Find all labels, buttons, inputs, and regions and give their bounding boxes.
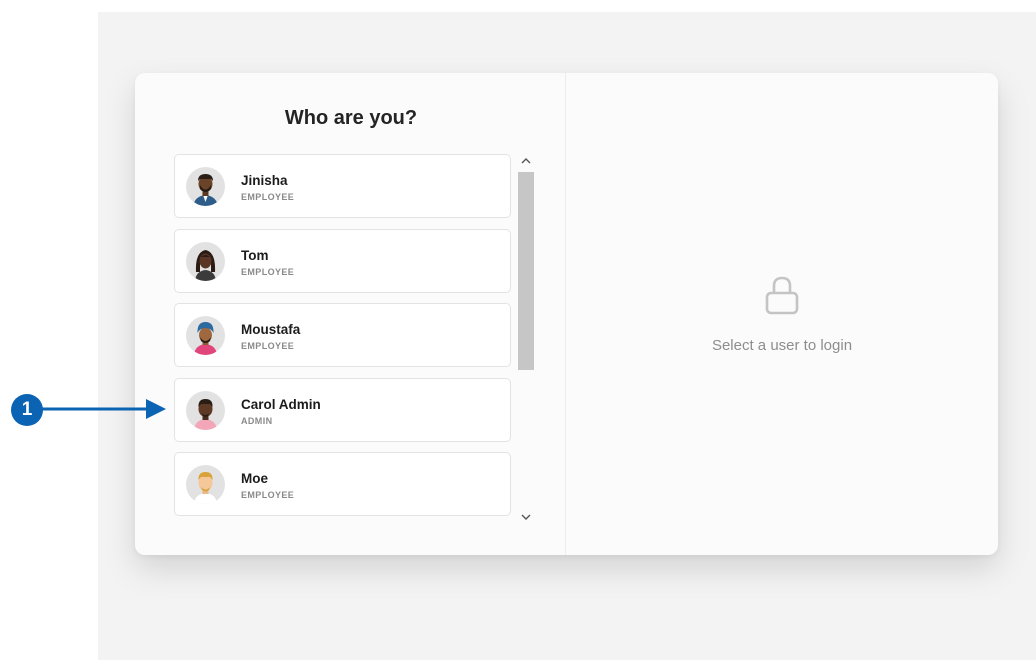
chevron-up-icon[interactable] <box>517 153 535 169</box>
user-name: Tom <box>241 247 269 263</box>
user-item-moe[interactable]: Moe EMPLOYEE <box>174 452 511 516</box>
lock-icon <box>762 273 802 317</box>
user-role: EMPLOYEE <box>241 341 295 351</box>
login-pane: Select a user to login <box>566 73 998 555</box>
user-role: EMPLOYEE <box>241 490 295 500</box>
callout-arrow-icon <box>40 399 166 419</box>
user-role: EMPLOYEE <box>241 192 295 202</box>
page-title: Who are you? <box>284 107 418 129</box>
user-selection-pane: Who are you? Jinisha EMPLOYEE Tom EMPLOY… <box>135 73 566 555</box>
user-name: Carol Admin <box>241 396 321 412</box>
person-avatar-icon <box>186 316 225 355</box>
login-hint-text: Select a user to login <box>711 337 853 354</box>
user-name: Jinisha <box>241 173 288 188</box>
user-role: ADMIN <box>241 415 273 426</box>
person-avatar-icon <box>186 390 225 430</box>
person-avatar-icon <box>186 241 225 281</box>
user-item-jinisha[interactable]: Jinisha EMPLOYEE <box>174 154 511 218</box>
scrollbar-thumb[interactable] <box>518 172 534 370</box>
person-avatar-icon <box>186 167 225 206</box>
user-item-moustafa[interactable]: Moustafa EMPLOYEE <box>174 303 511 367</box>
user-list: Jinisha EMPLOYEE Tom EMPLOYEE Moustafa E… <box>174 154 511 527</box>
user-item-carol-admin[interactable]: Carol Admin ADMIN <box>174 377 511 442</box>
user-role: EMPLOYEE <box>241 266 295 277</box>
user-list-scrollbar[interactable] <box>517 153 535 525</box>
person-avatar-icon <box>186 465 225 504</box>
callout-badge: 1 <box>11 394 43 426</box>
chevron-down-icon[interactable] <box>517 509 535 525</box>
user-name: Moe <box>241 471 268 486</box>
login-card: Who are you? Jinisha EMPLOYEE Tom EMPLOY… <box>135 73 998 555</box>
user-item-tom[interactable]: Tom EMPLOYEE <box>174 228 511 293</box>
user-name: Moustafa <box>241 322 301 337</box>
